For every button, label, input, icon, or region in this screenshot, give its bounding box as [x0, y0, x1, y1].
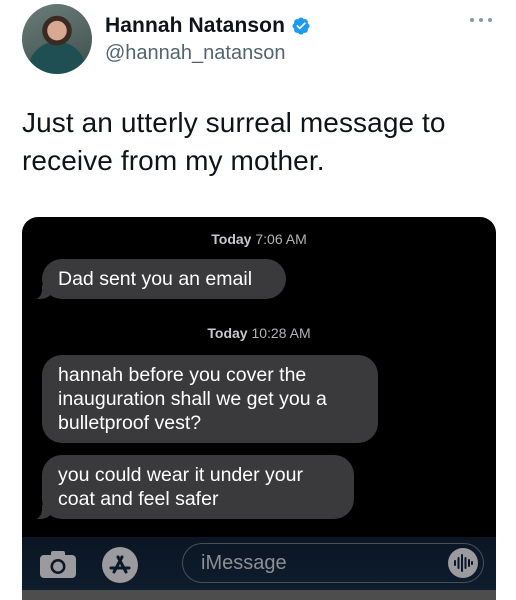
imessage-placeholder: iMessage [201, 552, 287, 574]
author-handle[interactable]: @hannah_natanson [105, 42, 285, 65]
message-bubble: you could wear it under your coat and fe… [30, 455, 354, 520]
tweet-text: Just an utterly surreal message to recei… [22, 107, 446, 176]
author-name-row: Hannah Natanson [105, 14, 311, 38]
message-text: Dad sent you an email [58, 268, 253, 290]
message-text: you could wear it under your coat and fe… [58, 464, 303, 510]
audio-message-icon[interactable] [447, 547, 479, 579]
message-bubble: hannah before you cover the inauguration… [42, 355, 378, 443]
imessage-input[interactable]: iMessage [182, 543, 484, 583]
timestamp-day: Today [207, 325, 248, 341]
more-icon[interactable] [470, 16, 492, 24]
more-dot [488, 18, 492, 22]
screenshot-bottom-edge [22, 590, 496, 600]
verified-badge-icon [292, 17, 310, 35]
timestamp-time: 7:06 AM [255, 231, 307, 247]
message-timestamp: Today 7:06 AM [22, 231, 496, 247]
message-timestamp: Today 10:28 AM [22, 325, 496, 341]
more-dot [470, 18, 474, 22]
message-text: hannah before you cover the inauguration… [58, 364, 327, 434]
timestamp-time: 10:28 AM [251, 325, 311, 341]
message-bubble: Dad sent you an email [30, 259, 286, 300]
app-store-icon[interactable] [100, 545, 140, 585]
timestamp-day: Today [211, 231, 252, 247]
more-dot [479, 18, 483, 22]
author-display-name[interactable]: Hannah Natanson [105, 14, 285, 38]
attached-screenshot[interactable]: Today 7:06 AM Dad sent you an email Toda… [22, 217, 496, 600]
camera-icon[interactable] [38, 550, 78, 580]
avatar[interactable] [22, 4, 92, 74]
